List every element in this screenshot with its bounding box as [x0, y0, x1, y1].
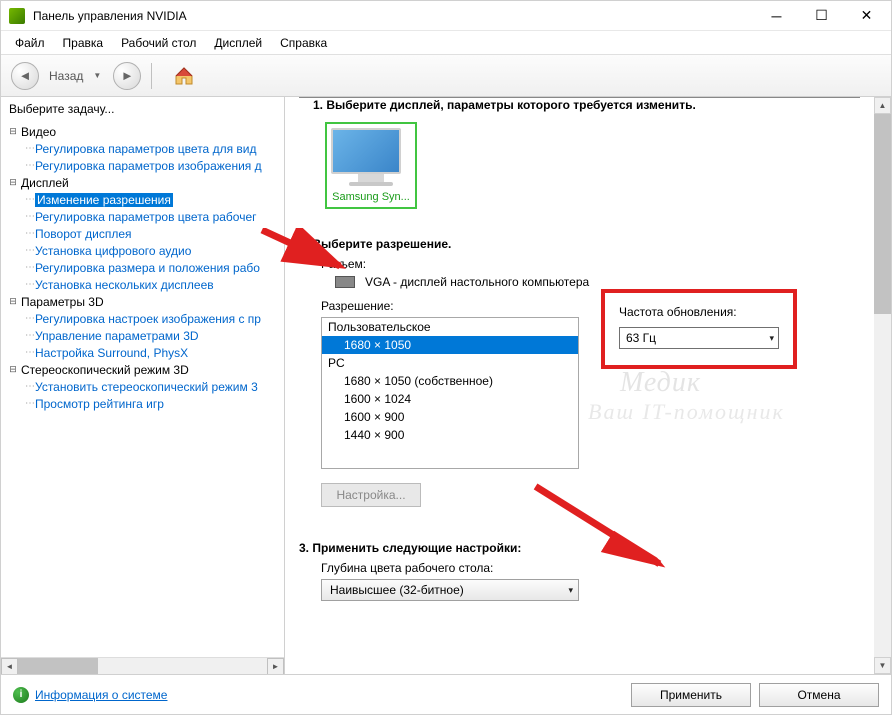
resolution-option[interactable]: 1680 × 1050 (собственное): [322, 372, 578, 390]
tree-item-game-rating[interactable]: ⋯Просмотр рейтинга игр: [5, 395, 280, 412]
depth-value: Наивысшее (32-битное): [330, 583, 464, 597]
window-title: Панель управления NVIDIA: [33, 9, 754, 23]
nvidia-control-panel-window: Панель управления NVIDIA ─ ☐ ✕ Файл Прав…: [0, 0, 892, 715]
task-sidebar: Выберите задачу... ⊟Видео ⋯Регулировка п…: [1, 97, 285, 674]
step2-heading: 2. Выберите разрешение.: [285, 237, 874, 251]
scroll-thumb[interactable]: [874, 114, 891, 314]
display-name: Samsung Syn...: [331, 191, 411, 203]
resolution-option[interactable]: 1600 × 1024: [322, 390, 578, 408]
home-icon: [173, 65, 195, 87]
step3-heading: 3. Применить следующие настройки:: [285, 541, 874, 555]
vga-connector-icon: [335, 276, 355, 288]
refresh-rate-combo[interactable]: 63 Гц ▾: [619, 327, 779, 349]
menu-help[interactable]: Справка: [272, 33, 335, 53]
sidebar-horizontal-scrollbar[interactable]: ◄ ►: [1, 657, 284, 674]
main-vertical-scrollbar[interactable]: ▲ ▼: [874, 97, 891, 674]
home-button[interactable]: [170, 62, 198, 90]
apply-button[interactable]: Применить: [631, 683, 751, 707]
tree-category-video[interactable]: ⊟Видео: [5, 123, 280, 140]
tree-item-desktop-color[interactable]: ⋯Регулировка параметров цвета рабочег: [5, 208, 280, 225]
customize-button[interactable]: Настройка...: [321, 483, 421, 507]
depth-label: Глубина цвета рабочего стола:: [321, 561, 860, 575]
cancel-button[interactable]: Отмена: [759, 683, 879, 707]
tree-item-digital-audio[interactable]: ⋯Установка цифрового аудио: [5, 242, 280, 259]
sidebar-header: Выберите задачу...: [1, 97, 284, 121]
tree-item-video-color[interactable]: ⋯Регулировка параметров цвета для вид: [5, 140, 280, 157]
back-label: Назад: [49, 69, 83, 83]
collapse-icon[interactable]: ⊟: [7, 126, 19, 138]
step1-heading: 1. Выберите дисплей, параметры которого …: [299, 97, 860, 112]
task-tree[interactable]: ⊟Видео ⋯Регулировка параметров цвета для…: [1, 121, 284, 657]
tree-item-change-resolution[interactable]: ⋯Изменение разрешения: [5, 191, 280, 208]
refresh-rate-highlight: Частота обновления: 63 Гц ▾: [601, 289, 797, 369]
main-scroll-area[interactable]: 1. Выберите дисплей, параметры которого …: [285, 97, 891, 674]
listbox-group-pc: PC: [322, 354, 578, 372]
forward-button[interactable]: ►: [113, 62, 141, 90]
tree-item-video-image[interactable]: ⋯Регулировка параметров изображения д: [5, 157, 280, 174]
bottom-bar: i Информация о системе Применить Отмена: [1, 674, 891, 714]
tree-item-surround[interactable]: ⋯Настройка Surround, PhysX: [5, 344, 280, 361]
menubar: Файл Правка Рабочий стол Дисплей Справка: [1, 31, 891, 55]
collapse-icon[interactable]: ⊟: [7, 296, 19, 308]
window-controls: ─ ☐ ✕: [754, 1, 889, 30]
refresh-label: Частота обновления:: [619, 305, 779, 319]
system-info-link[interactable]: Информация о системе: [35, 688, 167, 702]
display-selector[interactable]: Samsung Syn...: [325, 122, 417, 209]
tree-item-size-position[interactable]: ⋯Регулировка размера и положения рабо: [5, 259, 280, 276]
scroll-track[interactable]: [18, 658, 267, 675]
resolution-label: Разрешение:: [321, 299, 581, 313]
tree-category-display[interactable]: ⊟Дисплей: [5, 174, 280, 191]
refresh-value: 63 Гц: [626, 331, 656, 345]
monitor-icon: [331, 128, 411, 188]
scroll-up-button[interactable]: ▲: [874, 97, 891, 114]
tree-category-stereo[interactable]: ⊟Стереоскопический режим 3D: [5, 361, 280, 378]
tree-item-manage-3d[interactable]: ⋯Управление параметрами 3D: [5, 327, 280, 344]
menu-edit[interactable]: Правка: [55, 33, 112, 53]
nvidia-icon: [9, 8, 25, 24]
chevron-down-icon: ▾: [568, 585, 573, 596]
scroll-thumb[interactable]: [18, 658, 98, 675]
close-button[interactable]: ✕: [844, 1, 889, 30]
toolbar-separator: [151, 63, 152, 89]
connector-label: Разъем:: [321, 257, 860, 271]
maximize-button[interactable]: ☐: [799, 1, 844, 30]
titlebar[interactable]: Панель управления NVIDIA ─ ☐ ✕: [1, 1, 891, 31]
resolution-listbox[interactable]: Пользовательское 1680 × 1050 PC 1680 × 1…: [321, 317, 579, 469]
resolution-option[interactable]: 1440 × 900: [322, 426, 578, 444]
minimize-button[interactable]: ─: [754, 1, 799, 30]
listbox-group-custom: Пользовательское: [322, 318, 578, 336]
main-panel: 1. Выберите дисплей, параметры которого …: [285, 97, 891, 674]
scroll-right-button[interactable]: ►: [267, 658, 284, 675]
color-depth-combo[interactable]: Наивысшее (32-битное) ▾: [321, 579, 579, 601]
content-area: Выберите задачу... ⊟Видео ⋯Регулировка п…: [1, 97, 891, 674]
scroll-left-button[interactable]: ◄: [1, 658, 18, 675]
connector-value: VGA - дисплей настольного компьютера: [365, 275, 589, 289]
chevron-down-icon: ▾: [769, 333, 774, 344]
tree-item-image-settings[interactable]: ⋯Регулировка настроек изображения с пр: [5, 310, 280, 327]
menu-desktop[interactable]: Рабочий стол: [113, 33, 204, 53]
collapse-icon[interactable]: ⊟: [7, 364, 19, 376]
back-button[interactable]: ◄: [11, 62, 39, 90]
info-icon: i: [13, 687, 29, 703]
resolution-option[interactable]: 1600 × 900: [322, 408, 578, 426]
back-history-dropdown[interactable]: ▼: [93, 71, 101, 80]
collapse-icon[interactable]: ⊟: [7, 177, 19, 189]
menu-file[interactable]: Файл: [7, 33, 53, 53]
scroll-down-button[interactable]: ▼: [874, 657, 891, 674]
menu-display[interactable]: Дисплей: [206, 33, 270, 53]
resolution-option[interactable]: 1680 × 1050: [322, 336, 578, 354]
tree-item-rotate[interactable]: ⋯Поворот дисплея: [5, 225, 280, 242]
toolbar: ◄ Назад ▼ ►: [1, 55, 891, 97]
tree-item-multi-display[interactable]: ⋯Установка нескольких дисплеев: [5, 276, 280, 293]
tree-category-3d[interactable]: ⊟Параметры 3D: [5, 293, 280, 310]
tree-item-set-stereo[interactable]: ⋯Установить стереоскопический режим 3: [5, 378, 280, 395]
